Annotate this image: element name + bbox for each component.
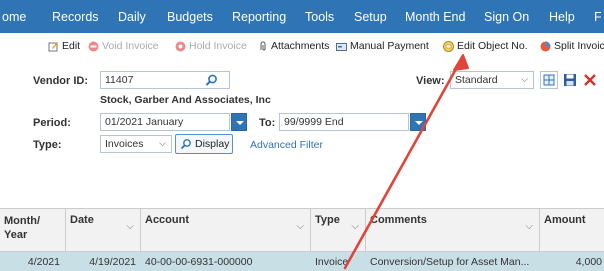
annotation-arrow (343, 54, 469, 270)
